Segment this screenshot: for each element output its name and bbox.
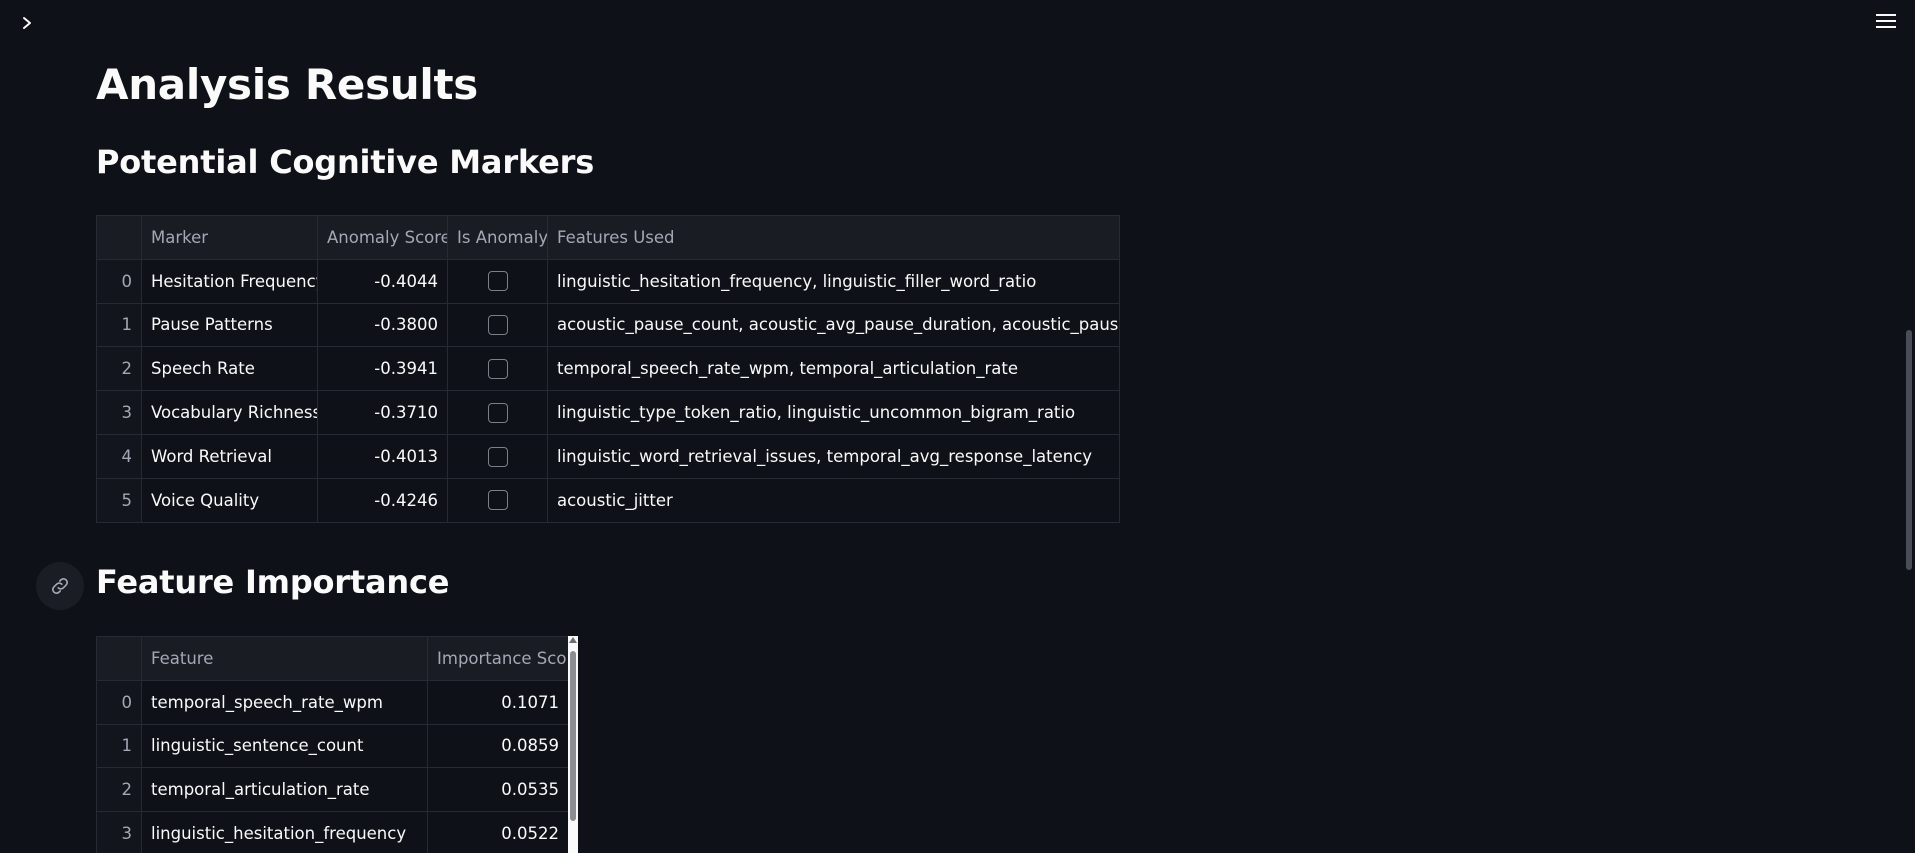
feature-cell[interactable]: linguistic_sentence_count [141,723,428,769]
feature-importance-table-container[interactable]: Feature Importance Score 0 temporal_spee… [96,636,578,853]
row-index: 3 [96,811,142,853]
table-scroll-thumb[interactable] [570,651,576,821]
features-used-cell[interactable]: linguistic_type_token_ratio, linguistic_… [547,390,1120,435]
feature-cell[interactable]: linguistic_hesitation_frequency [141,811,428,853]
table-row: 1 linguistic_sentence_count 0.0859 [96,723,569,769]
row-index: 0 [96,258,142,304]
page-vertical-scrollbar[interactable] [1903,0,1915,853]
anomaly-score-cell[interactable]: -0.3800 [317,302,448,348]
importance-score-cell[interactable]: 0.0859 [427,723,569,769]
is-anomaly-checkbox[interactable] [487,271,508,292]
column-header-marker[interactable]: Marker [141,215,318,260]
column-header-features-used[interactable]: Features Used [547,215,1120,260]
markers-heading: Potential Cognitive Markers [96,143,595,181]
feature-cell[interactable]: temporal_speech_rate_wpm [141,679,428,725]
table-row: 3 linguistic_hesitation_frequency 0.0522 [96,811,569,853]
row-index: 4 [96,433,142,479]
anomaly-score-cell[interactable]: -0.4013 [317,433,448,479]
row-index: 2 [96,346,142,392]
column-header-index[interactable] [96,636,142,681]
hamburger-menu-icon [1876,14,1896,28]
anomaly-score-cell[interactable]: -0.4044 [317,258,448,304]
features-used-cell[interactable]: temporal_speech_rate_wpm, temporal_artic… [547,346,1120,392]
row-index: 1 [96,723,142,769]
table-row: 5 Voice Quality -0.4246 acoustic_jitter [96,477,1120,523]
is-anomaly-checkbox[interactable] [487,359,508,380]
page-scroll-thumb[interactable] [1906,330,1912,570]
anomaly-score-cell[interactable]: -0.3710 [317,390,448,435]
is-anomaly-cell[interactable] [447,433,548,479]
table-row: 4 Word Retrieval -0.4013 linguistic_word… [96,433,1120,479]
importance-score-cell[interactable]: 0.1071 [427,679,569,725]
table-header-row: Marker Anomaly Score Is Anomaly Features… [96,215,1120,260]
markers-table[interactable]: Marker Anomaly Score Is Anomaly Features… [96,215,1120,523]
page-title: Analysis Results [96,60,478,109]
anomaly-score-cell[interactable]: -0.3941 [317,346,448,392]
is-anomaly-checkbox[interactable] [487,315,508,336]
table-header-row: Feature Importance Score [96,636,569,681]
table-row: 2 temporal_articulation_rate 0.0535 [96,767,569,813]
features-used-cell[interactable]: acoustic_pause_count, acoustic_avg_pause… [547,302,1120,348]
importance-score-cell[interactable]: 0.0522 [427,811,569,853]
heading-anchor-link[interactable] [36,562,84,610]
link-icon [52,578,68,594]
features-used-cell[interactable]: linguistic_word_retrieval_issues, tempor… [547,433,1120,479]
anomaly-score-cell[interactable]: -0.4246 [317,477,448,523]
importance-score-cell[interactable]: 0.0535 [427,767,569,813]
marker-cell[interactable]: Vocabulary Richness [141,390,318,435]
marker-cell[interactable]: Speech Rate [141,346,318,392]
marker-cell[interactable]: Hesitation Frequency [141,258,318,304]
row-index: 2 [96,767,142,813]
is-anomaly-checkbox[interactable] [487,446,508,467]
feature-cell[interactable]: temporal_articulation_rate [141,767,428,813]
is-anomaly-cell[interactable] [447,477,548,523]
table-vertical-scrollbar[interactable] [568,636,578,853]
marker-cell[interactable]: Voice Quality [141,477,318,523]
row-index: 3 [96,390,142,435]
table-row: 3 Vocabulary Richness -0.3710 linguistic… [96,390,1120,435]
marker-cell[interactable]: Word Retrieval [141,433,318,479]
row-index: 1 [96,302,142,348]
is-anomaly-checkbox[interactable] [487,490,508,511]
features-used-cell[interactable]: linguistic_hesitation_frequency, linguis… [547,258,1120,304]
is-anomaly-cell[interactable] [447,390,548,435]
is-anomaly-cell[interactable] [447,258,548,304]
scroll-up-arrow-icon[interactable] [569,637,577,643]
table-row: 1 Pause Patterns -0.3800 acoustic_pause_… [96,302,1120,348]
table-row: 2 Speech Rate -0.3941 temporal_speech_ra… [96,346,1120,392]
row-index: 0 [96,679,142,725]
is-anomaly-checkbox[interactable] [487,402,508,423]
column-header-anomaly-score[interactable]: Anomaly Score [317,215,448,260]
marker-cell[interactable]: Pause Patterns [141,302,318,348]
sidebar-toggle-button[interactable] [14,10,40,36]
chevron-right-icon [23,17,31,29]
table-row: 0 temporal_speech_rate_wpm 0.1071 [96,679,569,725]
column-header-importance-score[interactable]: Importance Score [427,636,569,681]
column-header-is-anomaly[interactable]: Is Anomaly [447,215,548,260]
column-header-index[interactable] [96,215,142,260]
main-menu-button[interactable] [1871,8,1901,34]
is-anomaly-cell[interactable] [447,346,548,392]
row-index: 5 [96,477,142,523]
column-header-feature[interactable]: Feature [141,636,428,681]
feature-importance-table[interactable]: Feature Importance Score 0 temporal_spee… [96,636,569,853]
is-anomaly-cell[interactable] [447,302,548,348]
features-used-cell[interactable]: acoustic_jitter [547,477,1120,523]
feature-importance-heading: Feature Importance [96,563,450,601]
table-row: 0 Hesitation Frequency -0.4044 linguisti… [96,258,1120,304]
